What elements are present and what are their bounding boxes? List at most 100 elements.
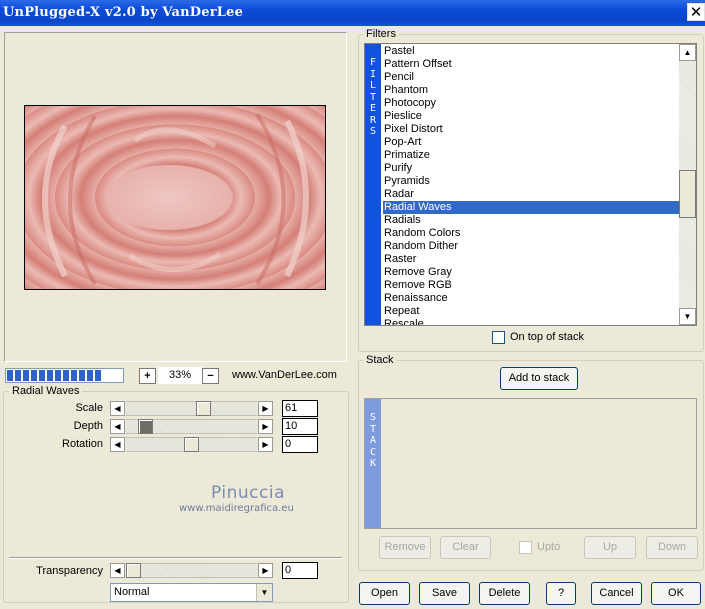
filter-item[interactable]: Raster <box>383 253 681 266</box>
side-letter: A <box>369 435 377 446</box>
help-button[interactable]: ? <box>546 582 576 605</box>
stack-list[interactable]: STACK <box>364 398 697 529</box>
depth-label: Depth <box>73 420 103 432</box>
close-button[interactable]: ✕ <box>687 3 705 21</box>
minus-icon: − <box>207 370 214 382</box>
side-letter: S <box>369 412 377 423</box>
filter-item[interactable]: Random Colors <box>383 227 681 240</box>
side-letter: T <box>369 423 377 435</box>
left-arrow-icon[interactable]: ◀ <box>110 419 125 434</box>
filter-item[interactable]: Radials <box>383 214 681 227</box>
filter-item[interactable]: Photocopy <box>383 97 681 110</box>
filter-item[interactable]: Pieslice <box>383 110 681 123</box>
filter-item[interactable]: Pop-Art <box>383 136 681 149</box>
filter-item[interactable]: Rescale <box>383 318 681 325</box>
progress-segment <box>79 370 85 381</box>
filter-list[interactable]: FILTERS Pastel Pattern Offset Pencil Phanto… <box>364 43 697 326</box>
progress-segment <box>87 370 93 381</box>
up-button[interactable]: Up <box>584 536 636 559</box>
slider-thumb[interactable] <box>138 419 153 434</box>
left-arrow-icon[interactable]: ◀ <box>110 563 125 578</box>
filter-item[interactable]: Pastel <box>383 45 681 58</box>
delete-button[interactable]: Delete <box>479 582 530 605</box>
progress-segment <box>15 370 21 381</box>
filter-item[interactable]: Random Dither <box>383 240 681 253</box>
progress-segment <box>39 370 45 381</box>
progress-segment <box>7 370 13 381</box>
filter-item[interactable]: Renaissance <box>383 292 681 305</box>
add-to-stack-button[interactable]: Add to stack <box>500 367 578 390</box>
left-arrow-icon[interactable]: ◀ <box>110 437 125 452</box>
right-arrow-icon[interactable]: ▶ <box>258 401 273 416</box>
filter-item[interactable]: Repeat <box>383 305 681 318</box>
right-arrow-icon[interactable]: ▶ <box>258 563 273 578</box>
filter-item[interactable]: Phantom <box>383 84 681 97</box>
left-arrow-icon[interactable]: ◀ <box>110 401 125 416</box>
progress-bar <box>5 368 124 383</box>
down-button[interactable]: Down <box>646 536 698 559</box>
scale-slider[interactable]: ◀ ▶ <box>110 401 273 416</box>
rotation-value[interactable]: 0 <box>282 436 318 453</box>
preview-image[interactable] <box>24 105 326 290</box>
progress-segment <box>55 370 61 381</box>
on-top-label: On top of stack <box>510 331 584 343</box>
scroll-thumb[interactable] <box>679 170 696 218</box>
filter-item[interactable]: Primatize <box>383 149 681 162</box>
clear-button[interactable]: Clear <box>440 536 491 559</box>
zoom-level: 33% <box>158 367 202 384</box>
filter-item[interactable]: Radial Waves <box>383 201 681 214</box>
right-arrow-icon[interactable]: ▶ <box>258 419 273 434</box>
filter-item[interactable]: Pencil <box>383 71 681 84</box>
rotation-label: Rotation <box>62 438 103 450</box>
transparency-slider[interactable]: ◀ ▶ <box>110 563 273 578</box>
title-bar: UnPlugged-X v2.0 by VanDerLee ✕ <box>0 0 705 26</box>
zoom-out-button[interactable]: − <box>202 368 219 384</box>
filter-item[interactable]: Remove Gray <box>383 266 681 279</box>
cancel-button[interactable]: Cancel <box>591 582 642 605</box>
filter-item[interactable]: Radar <box>383 188 681 201</box>
progress-segment <box>31 370 37 381</box>
upto-label: Upto <box>537 541 561 553</box>
depth-value[interactable]: 10 <box>282 418 318 435</box>
filter-item[interactable]: Pixel Distort <box>383 123 681 136</box>
upto-checkbox[interactable] <box>519 541 532 554</box>
slider-thumb[interactable] <box>126 563 141 578</box>
slider-thumb[interactable] <box>196 401 211 416</box>
depth-slider[interactable]: ◀ ▶ <box>110 419 273 434</box>
filters-group-title: Filters <box>363 28 399 40</box>
blend-mode-select[interactable]: Normal ▼ <box>110 583 273 602</box>
website-link[interactable]: www.VanDerLee.com <box>232 369 337 381</box>
filter-item[interactable]: Remove RGB <box>383 279 681 292</box>
filter-item[interactable]: Purify <box>383 162 681 175</box>
progress-segment <box>47 370 53 381</box>
filter-items: Pastel Pattern Offset Pencil Phantom Photoco… <box>383 45 681 325</box>
open-button[interactable]: Open <box>359 582 410 605</box>
on-top-checkbox[interactable] <box>492 331 505 344</box>
filter-item[interactable]: Pyramids <box>383 175 681 188</box>
scroll-up-icon[interactable]: ▲ <box>679 44 696 61</box>
transparency-value[interactable]: 0 <box>282 562 318 579</box>
divider <box>9 557 342 559</box>
slider-thumb[interactable] <box>184 437 199 452</box>
side-letter: E <box>369 103 377 114</box>
watermark-name: Pinuccia <box>211 483 285 503</box>
progress-segment <box>23 370 29 381</box>
chevron-down-icon[interactable]: ▼ <box>256 584 272 601</box>
filter-scrollbar[interactable]: ▲ ▼ <box>679 44 696 325</box>
stack-side-label: STACK <box>365 399 381 528</box>
scale-value[interactable]: 61 <box>282 400 318 417</box>
scale-label: Scale <box>75 402 103 414</box>
filter-item[interactable]: Pattern Offset <box>383 58 681 71</box>
stack-group-title: Stack <box>363 354 397 366</box>
remove-button[interactable]: Remove <box>379 536 431 559</box>
rotation-slider[interactable]: ◀ ▶ <box>110 437 273 452</box>
save-button[interactable]: Save <box>419 582 470 605</box>
zoom-in-button[interactable]: + <box>139 368 156 384</box>
side-letter: T <box>369 91 377 103</box>
watermark-url: www.maidiregrafica.eu <box>179 503 294 514</box>
ok-button[interactable]: OK <box>651 582 701 605</box>
side-letter: I <box>369 68 377 80</box>
blend-mode-value: Normal <box>114 586 150 598</box>
scroll-down-icon[interactable]: ▼ <box>679 308 696 325</box>
right-arrow-icon[interactable]: ▶ <box>258 437 273 452</box>
